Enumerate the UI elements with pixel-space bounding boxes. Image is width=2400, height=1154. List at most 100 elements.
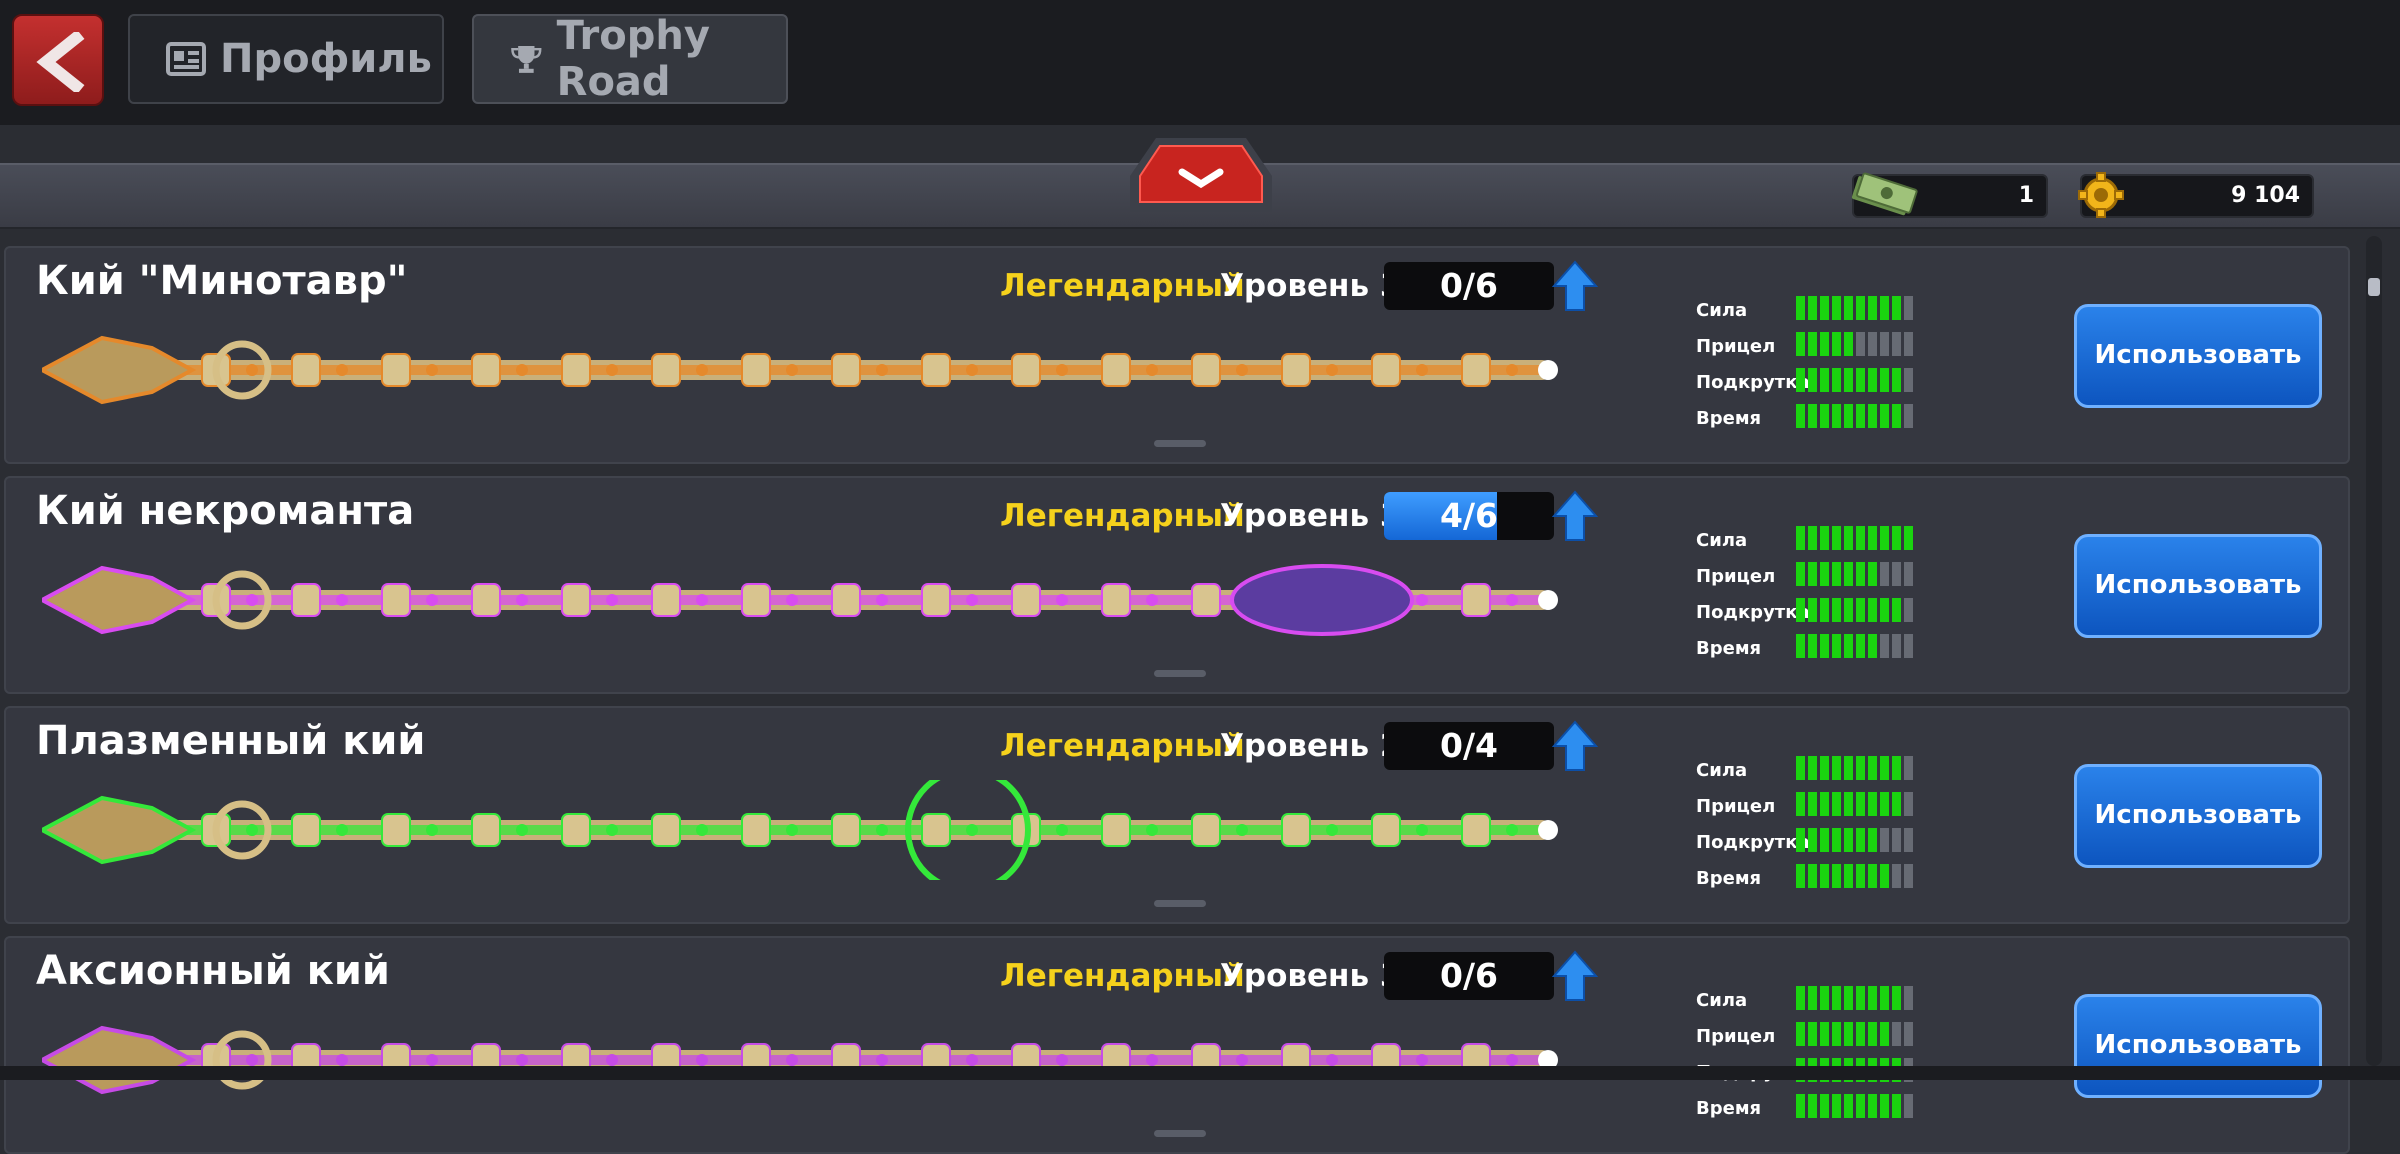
stat-segment [1892,368,1901,392]
use-button[interactable]: Использовать [2074,764,2322,868]
stat-segment [1844,598,1853,622]
stat-segment [1880,368,1889,392]
stat-row: Сила [1696,982,1926,1018]
stat-segment [1868,296,1877,320]
cue-stats: Сила Прицел Подкрутка Время [1696,292,1926,436]
stat-segment [1820,634,1829,658]
use-button[interactable]: Использовать [2074,994,2322,1098]
stat-segment [1796,562,1805,586]
collapse-button[interactable] [1128,136,1274,214]
stat-segment [1856,986,1865,1010]
tab-trophy-road[interactable]: Trophy Road [472,13,788,105]
progress-text: 0/6 [1440,266,1498,305]
stat-segment [1904,332,1913,356]
stat-label: Прицел [1696,336,1776,357]
stat-segment [1796,296,1805,320]
stat-label: Сила [1696,300,1748,321]
stat-row: Прицел [1696,1018,1926,1054]
upgrade-arrow-icon[interactable] [1552,950,1598,1002]
stat-segment [1808,598,1817,622]
expand-handle[interactable] [1154,440,1206,447]
use-button[interactable]: Использовать [2074,534,2322,638]
stat-segment [1844,562,1853,586]
stat-segment [1796,1022,1805,1046]
stat-segment [1904,562,1913,586]
stat-segment [1820,526,1829,550]
stat-segment [1844,756,1853,780]
stat-bar [1796,1094,1913,1118]
stat-segment [1904,756,1913,780]
stat-segment [1796,756,1805,780]
stat-segment [1820,296,1829,320]
scrollbar-thumb[interactable] [2368,278,2380,296]
cash-value: 1 [2018,183,2034,208]
stat-segment [1796,332,1805,356]
chevron-left-icon [36,32,85,92]
stat-segment [1820,368,1829,392]
stat-segment [1844,634,1853,658]
stat-segment [1904,828,1913,852]
stat-label: Подкрутка [1696,602,1810,623]
tab-profile[interactable]: Профиль [128,14,444,104]
cue-stats: Сила Прицел Подкрутка Время [1696,752,1926,896]
cue-name: Кий некроманта [36,488,415,534]
scrollbar-track[interactable] [2366,236,2382,1066]
stat-segment [1820,1094,1829,1118]
stat-segment [1856,562,1865,586]
back-button[interactable] [12,14,104,106]
upgrade-arrow-icon[interactable] [1552,490,1598,542]
expand-handle[interactable] [1154,670,1206,677]
stat-row: Время [1696,630,1926,666]
cue-level: Уровень 3 [1220,268,1402,304]
stat-segment [1832,1094,1841,1118]
stat-segment [1904,864,1913,888]
cue-level: Уровень 2 [1220,728,1402,764]
upgrade-arrow-icon[interactable] [1552,260,1598,312]
stat-segment [1868,562,1877,586]
stat-segment [1904,526,1913,550]
cue-row: Кий некроманта Легендарный Уровень 3 4/6… [4,476,2350,694]
stat-segment [1904,296,1913,320]
stat-row: Время [1696,1090,1926,1126]
stat-segment [1844,404,1853,428]
stat-bar [1796,634,1913,658]
stat-segment [1832,296,1841,320]
stat-segment [1892,332,1901,356]
stat-bar [1796,598,1913,622]
stat-segment [1868,986,1877,1010]
stat-segment [1844,986,1853,1010]
cue-stats: Сила Прицел Подкрутка Время [1696,522,1926,666]
expand-handle[interactable] [1154,900,1206,907]
stat-segment [1880,986,1889,1010]
bottom-edge [0,1066,2400,1080]
stat-segment [1820,756,1829,780]
stat-segment [1892,756,1901,780]
stat-segment [1808,1022,1817,1046]
top-bar: Профиль Trophy Road [0,0,2400,125]
stat-segment [1868,864,1877,888]
stat-row: Время [1696,400,1926,436]
stat-segment [1892,828,1901,852]
stat-segment [1832,562,1841,586]
stat-segment [1868,332,1877,356]
stat-segment [1820,792,1829,816]
upgrade-progress: 4/6 [1384,492,1554,540]
stat-bar [1796,296,1913,320]
stat-row: Время [1696,860,1926,896]
stat-label: Прицел [1696,1026,1776,1047]
expand-handle[interactable] [1154,1130,1206,1137]
stat-bar [1796,828,1913,852]
stat-segment [1856,792,1865,816]
cue-rarity: Легендарный [1000,728,1245,764]
stat-segment [1796,368,1805,392]
stat-bar [1796,332,1913,356]
tab-trophy-road-label: Trophy Road [556,13,710,105]
stat-segment [1832,368,1841,392]
upgrade-arrow-icon[interactable] [1552,720,1598,772]
stat-bar [1796,526,1913,550]
cue-image [42,564,1558,636]
use-button[interactable]: Использовать [2074,304,2322,408]
stat-segment [1856,368,1865,392]
stat-segment [1820,332,1829,356]
stat-row: Сила [1696,752,1926,788]
